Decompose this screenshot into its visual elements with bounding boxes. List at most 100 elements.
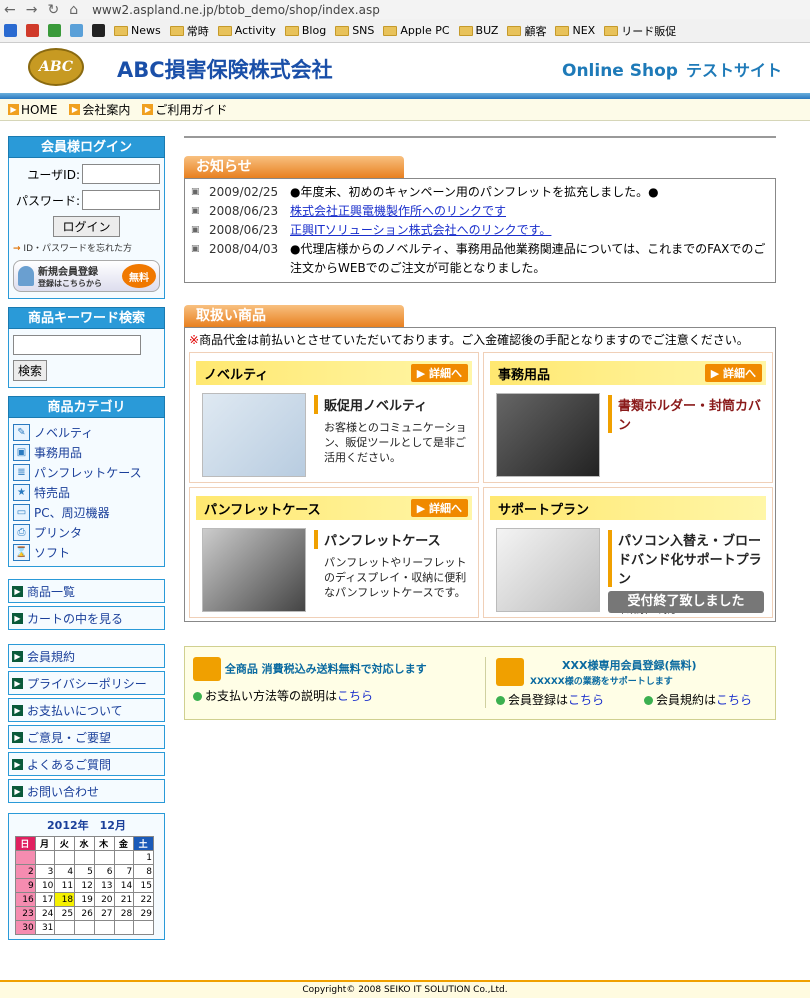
arrow-icon: ▶	[12, 758, 23, 770]
link-product-list[interactable]: ▶ 商品一覧	[8, 579, 165, 603]
link-cart[interactable]: ▶ カートの中を見る	[8, 606, 165, 630]
products-box: ※商品代金は前払いとさせていただいております。ご入金確認後の手配となりますのでご…	[184, 327, 776, 622]
bookmark-folder[interactable]: SNS	[335, 24, 374, 37]
user-id-input[interactable]	[82, 164, 160, 184]
search-button[interactable]: 検索	[13, 360, 48, 381]
arrow-icon: ▶	[12, 731, 23, 743]
briefcase-icon: ▣	[13, 443, 30, 461]
browser-toolbar: ← → ↻ ⌂ www2.aspland.ne.jp/btob_demo/sho…	[0, 0, 810, 19]
footer-copyright: Copyright© 2008 SEIKO IT SOLUTION Co.,Lt…	[0, 980, 810, 998]
nav-home[interactable]: ▶ HOME	[8, 103, 57, 117]
bookmark-folder[interactable]: 常時	[169, 23, 209, 39]
bookmark-folder[interactable]: News	[114, 24, 161, 37]
forgot-password-link[interactable]: → ID・パスワードを忘れた方	[13, 241, 160, 254]
arrow-icon: ▶	[12, 704, 23, 716]
nav-company[interactable]: ▶ 会社案内	[69, 101, 130, 118]
member-register-link[interactable]: こちら	[568, 693, 604, 707]
bookmark-folder[interactable]: Apple PC	[383, 24, 450, 37]
bookmark-folder[interactable]: Blog	[284, 24, 326, 37]
news-link[interactable]: 正興ITソリューション株式会社へのリンクです。	[290, 223, 551, 237]
bookmark-favicon-icon[interactable]	[48, 24, 61, 37]
news-link[interactable]: 株式会社正興電機製作所へのリンクです	[290, 204, 506, 218]
folder-icon	[335, 25, 350, 36]
forward-icon[interactable]: →	[26, 2, 38, 18]
password-input[interactable]	[82, 190, 160, 210]
gmail-icon[interactable]	[26, 24, 39, 37]
bookmark-folder[interactable]: リード販促	[604, 23, 676, 39]
category-office[interactable]: ▣ 事務用品	[13, 442, 160, 462]
link-payment[interactable]: ▶ お支払いについて	[8, 698, 165, 722]
person-icon	[18, 266, 34, 286]
news-item: ▣ 2009/02/25 ●年度末、初めのキャンペーン用のパンフレットを拡充しました…	[191, 183, 769, 202]
calendar-title: 2012年 12月	[47, 819, 126, 832]
category-pc[interactable]: ▭ PC、周辺機器	[13, 502, 160, 522]
reload-icon[interactable]: ↻	[47, 2, 59, 18]
link-contact[interactable]: ▶ お問い合わせ	[8, 779, 165, 803]
link-feedback[interactable]: ▶ ご意見・ご要望	[8, 725, 165, 749]
calendar-today: 18	[54, 892, 76, 907]
category-novelty[interactable]: ✎ ノベルティ	[13, 422, 160, 442]
bookmark-favicon-icon[interactable]	[70, 24, 83, 37]
arrow-icon: →	[13, 244, 21, 254]
free-badge: 無料	[122, 264, 156, 288]
category-printer[interactable]: ⎙ プリンタ	[13, 522, 160, 542]
products-title: 取扱い商品	[184, 305, 404, 327]
pencil-icon	[496, 658, 524, 686]
login-button[interactable]: ログイン	[53, 216, 120, 237]
news-item: ▣ 2008/04/03 ●代理店様からのノベルティ、事務用品他業務関連品については…	[191, 240, 769, 278]
user-label: ユーザID:	[27, 167, 80, 182]
company-name: ABC損害保険株式会社	[117, 58, 333, 82]
pen-icon: ✎	[13, 423, 30, 441]
login-title: 会員様ログイン	[8, 136, 165, 158]
product-card-novelty[interactable]: ノベルティ ▶ 詳細へ 販促用ノベルティ お客様とのコミュニケーション、販促ツールと…	[189, 352, 479, 483]
bookmark-favicon-icon[interactable]	[4, 24, 17, 37]
arrow-icon: ▶	[12, 612, 23, 624]
new-member-button[interactable]: 新規会員登録 登録はこちらから 無料	[13, 260, 160, 292]
home-icon[interactable]: ⌂	[69, 2, 78, 18]
detail-button[interactable]: ▶ 詳細へ	[704, 364, 762, 382]
sidebar: 会員様ログイン ユーザID: パスワード: ログイン → ID・パスワードを忘れ…	[8, 136, 165, 940]
product-card-support[interactable]: サポートプラン パソコン入替え・ブロードバンド化サポートプラン<リース満了>・<…	[483, 487, 773, 618]
address-bar[interactable]: www2.aspland.ne.jp/btob_demo/shop/index.…	[92, 3, 380, 17]
folder-icon	[383, 25, 398, 36]
keyword-input[interactable]	[13, 335, 141, 355]
folder-icon	[604, 25, 619, 36]
folder-icon	[507, 25, 522, 36]
payment-info-link[interactable]: こちら	[337, 689, 373, 703]
bookmarks-bar: News 常時 Activity Blog SNS Apple PC BUZ 顧…	[0, 19, 810, 43]
payment-note: ※商品代金は前払いとさせていただいております。ご入金確認後の手配となりますのでご…	[189, 333, 749, 347]
pamphlet-image	[202, 528, 306, 612]
product-card-pamphlet[interactable]: パンフレットケース ▶ 詳細へ パンフレットケース パンフレットやリーフレットのディ…	[189, 487, 479, 618]
company-logo[interactable]: ABC	[28, 48, 84, 86]
bullet-icon: ▣	[191, 187, 200, 197]
calendar-grid: 日月火水木金土 1 2345678 9 10 11 12 13 14 15 16 17 18 19…	[15, 836, 154, 935]
arrow-icon: ▶	[8, 104, 19, 115]
bookmark-folder[interactable]: 顧客	[507, 23, 546, 39]
bookmark-folder[interactable]: NEX	[555, 24, 595, 37]
category-sale[interactable]: ★ 特売品	[13, 482, 160, 502]
detail-button[interactable]: ▶ 詳細へ	[410, 499, 468, 517]
pc-image	[496, 528, 600, 612]
detail-button[interactable]: ▶ 詳細へ	[410, 364, 468, 382]
nav-guide[interactable]: ▶ ご利用ガイド	[142, 101, 227, 118]
site-tagline: Online Shop テストサイト	[562, 61, 782, 81]
category-software[interactable]: ⌛ ソフト	[13, 542, 160, 562]
member-terms-link[interactable]: こちら	[716, 693, 752, 707]
link-privacy[interactable]: ▶ プライバシーポリシー	[8, 671, 165, 695]
category-pamphlet[interactable]: ≣ パンフレットケース	[13, 462, 160, 482]
amazon-icon[interactable]	[92, 24, 105, 37]
bookmark-folder[interactable]: BUZ	[458, 24, 498, 37]
bullet-icon: ▣	[191, 244, 200, 254]
link-faq[interactable]: ▶ よくあるご質問	[8, 752, 165, 776]
truck-icon	[193, 657, 221, 681]
link-terms[interactable]: ▶ 会員規約	[8, 644, 165, 668]
product-card-office[interactable]: 事務用品 ▶ 詳細へ 書類ホルダー・封筒カバン	[483, 352, 773, 483]
search-title: 商品キーワード検索	[8, 307, 165, 329]
bullet-icon	[496, 696, 505, 705]
back-icon[interactable]: ←	[4, 2, 16, 18]
bookmark-folder[interactable]: Activity	[217, 24, 276, 37]
news-item: ▣ 2008/06/23 株式会社正興電機製作所へのリンクです	[191, 202, 769, 221]
arrow-icon: ▶	[12, 785, 23, 797]
news-title: お知らせ	[184, 156, 404, 178]
calendar: 2012年 12月 日月火水木金土 1 2345678 9 10 11 12 13 14 1…	[8, 813, 165, 940]
